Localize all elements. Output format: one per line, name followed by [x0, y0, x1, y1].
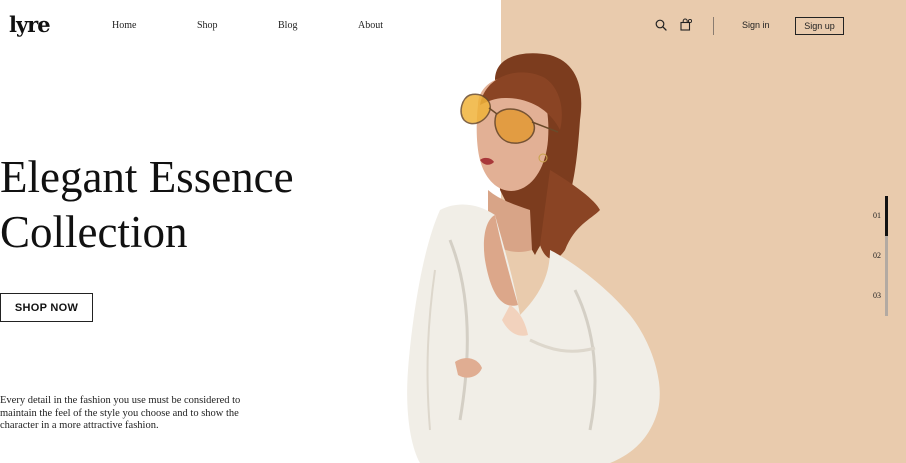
hero-model-image [400, 50, 665, 463]
brand-logo[interactable]: lyre [9, 12, 51, 37]
signup-button[interactable]: Sign up [795, 17, 844, 35]
shop-now-button[interactable]: SHOP NOW [0, 293, 93, 322]
hero-title-line-2: Collection [0, 207, 188, 257]
bag-icon[interactable] [679, 18, 693, 32]
hero-description: Every detail in the fashion you use must… [0, 395, 241, 431]
nav-link-home[interactable]: Home [112, 20, 136, 31]
search-icon[interactable] [654, 18, 668, 32]
nav-link-shop[interactable]: Shop [197, 20, 218, 31]
slide-indicator-01[interactable]: 01 [873, 211, 881, 220]
slide-indicator-03[interactable]: 03 [873, 291, 881, 300]
signin-link[interactable]: Sign in [742, 20, 770, 30]
nav-link-blog[interactable]: Blog [278, 20, 297, 31]
hero-title-line-1: Elegant Essence [0, 152, 294, 202]
slider-progress-active [885, 196, 888, 236]
nav-link-about[interactable]: About [358, 20, 383, 31]
nav-divider [713, 17, 714, 35]
slide-indicator-02[interactable]: 02 [873, 251, 881, 260]
hero-title: Elegant Essence Collection [0, 150, 340, 260]
